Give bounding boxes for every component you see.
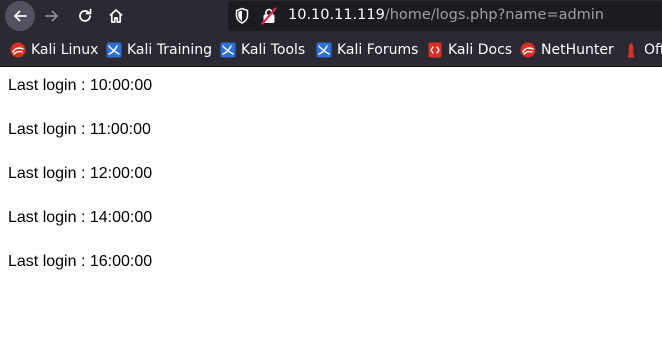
bookmark-offensive-security[interactable]: Offensive Security xyxy=(623,40,662,60)
log-entry: Last login : 14:00:00 xyxy=(8,209,153,226)
url-path: /home/logs.php?name=admin xyxy=(384,7,605,23)
bookmark-kali-linux[interactable]: Kali Linux xyxy=(10,40,98,60)
reload-icon xyxy=(79,8,92,22)
bookmark-label: Offensive Security xyxy=(644,42,662,58)
nethunter-icon xyxy=(520,42,536,58)
url-text[interactable]: 10.10.11.119/home/logs.php?name=admin xyxy=(288,7,604,23)
bookmark-label: Kali Docs xyxy=(448,42,513,58)
kali-dragon-icon xyxy=(10,42,26,58)
log-entry: Last login : 10:00:00 xyxy=(8,77,153,94)
bookmark-label: NetHunter xyxy=(541,42,614,58)
kali-docs-icon xyxy=(428,42,442,58)
back-arrow-icon xyxy=(14,10,27,22)
kali-training-icon xyxy=(106,42,122,58)
bookmark-kali-tools[interactable]: Kali Tools xyxy=(220,40,305,60)
address-bar[interactable]: 10.10.11.119/home/logs.php?name=admin xyxy=(228,1,662,31)
home-button[interactable] xyxy=(101,1,131,31)
bookmark-label: Kali Forums xyxy=(337,42,419,58)
log-entry: Last login : 16:00:00 xyxy=(8,253,153,270)
log-entry: Last login : 11:00:00 xyxy=(8,121,151,138)
home-icon xyxy=(109,9,123,23)
forward-arrow-icon xyxy=(45,10,58,22)
log-entry: Last login : 12:00:00 xyxy=(8,165,153,182)
bookmarks-bar: Kali Linux Kali Training Kali Tools Kali… xyxy=(0,33,662,67)
kali-forums-icon xyxy=(316,42,332,58)
kali-tools-icon xyxy=(220,42,236,58)
browser-toolbar: 10.10.11.119/home/logs.php?name=admin xyxy=(0,0,662,33)
back-button[interactable] xyxy=(5,1,35,31)
shield-icon[interactable] xyxy=(234,7,250,29)
bookmark-label: Kali Training xyxy=(127,42,212,58)
forward-button[interactable] xyxy=(37,1,67,31)
url-host: 10.10.11.119 xyxy=(288,7,385,23)
bookmark-label: Kali Tools xyxy=(241,42,306,58)
bookmark-kali-docs[interactable]: Kali Docs xyxy=(427,40,512,60)
reload-button[interactable] xyxy=(70,1,100,31)
insecure-lock-icon[interactable] xyxy=(261,7,277,29)
bookmark-kali-forums[interactable]: Kali Forums xyxy=(316,40,418,60)
offsec-icon xyxy=(627,42,635,58)
bookmark-nethunter[interactable]: NetHunter xyxy=(520,40,614,60)
bookmark-kali-training[interactable]: Kali Training xyxy=(106,40,212,60)
bookmark-label: Kali Linux xyxy=(31,42,99,58)
